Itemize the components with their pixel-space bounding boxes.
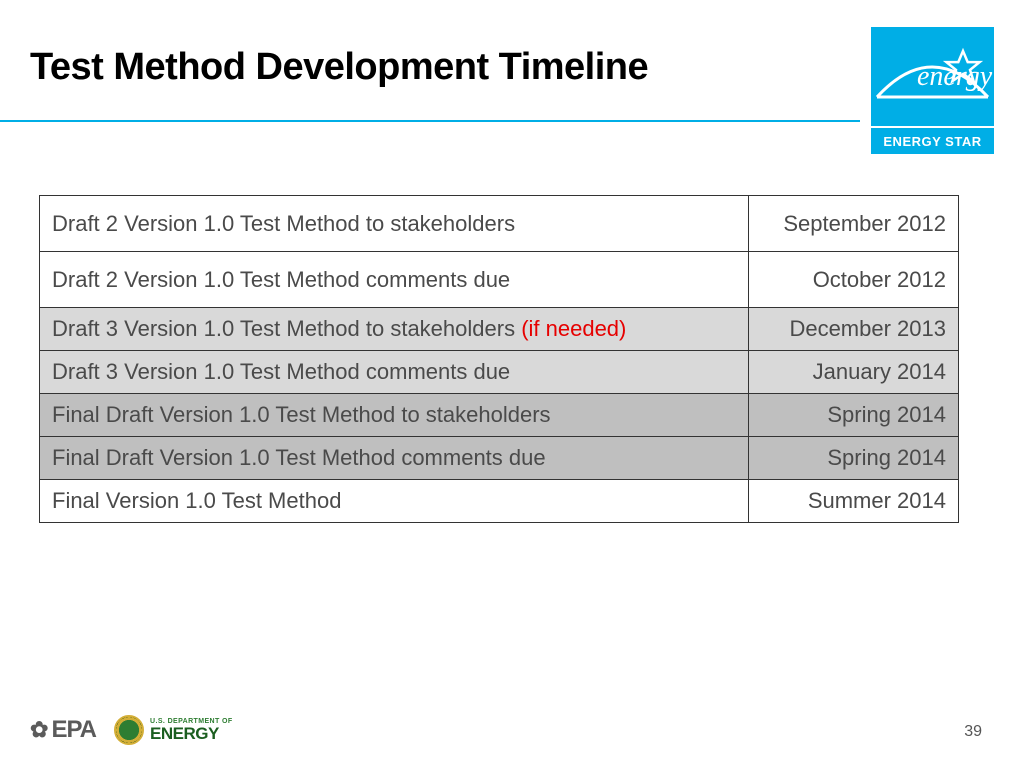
- table-row: Draft 3 Version 1.0 Test Method to stake…: [40, 308, 959, 351]
- table-row: Final Version 1.0 Test MethodSummer 2014: [40, 480, 959, 523]
- energy-star-label: ENERGY STAR: [871, 126, 994, 154]
- milestone-label: Final Draft Version 1.0 Test Method to s…: [40, 394, 749, 437]
- milestone-date: Spring 2014: [749, 394, 959, 437]
- milestone-date: December 2013: [749, 308, 959, 351]
- epa-flower-icon: ✿: [30, 719, 47, 741]
- table-row: Draft 2 Version 1.0 Test Method comments…: [40, 252, 959, 308]
- milestone-date: January 2014: [749, 351, 959, 394]
- doe-main: ENERGY: [150, 725, 233, 742]
- milestone-label: Draft 3 Version 1.0 Test Method comments…: [40, 351, 749, 394]
- title-underline: [0, 120, 860, 122]
- milestone-label: Draft 3 Version 1.0 Test Method to stake…: [40, 308, 749, 351]
- milestone-highlight: (if needed): [521, 316, 626, 341]
- doe-logo: U.S. DEPARTMENT OF ENERGY: [114, 715, 233, 745]
- milestone-date: Spring 2014: [749, 437, 959, 480]
- doe-seal-icon: [114, 715, 144, 745]
- epa-logo: ✿ EPA: [30, 716, 96, 744]
- footer-logos: ✿ EPA U.S. DEPARTMENT OF ENERGY: [30, 715, 233, 745]
- page-number: 39: [964, 723, 982, 741]
- table-row: Draft 3 Version 1.0 Test Method comments…: [40, 351, 959, 394]
- milestone-label: Final Draft Version 1.0 Test Method comm…: [40, 437, 749, 480]
- milestone-label: Final Version 1.0 Test Method: [40, 480, 749, 523]
- milestone-date: Summer 2014: [749, 480, 959, 523]
- milestone-label: Draft 2 Version 1.0 Test Method comments…: [40, 252, 749, 308]
- energy-star-logo: energy ENERGY STAR: [871, 27, 994, 154]
- epa-text: EPA: [51, 716, 96, 744]
- table-row: Final Draft Version 1.0 Test Method comm…: [40, 437, 959, 480]
- page-title: Test Method Development Timeline: [30, 46, 849, 89]
- energy-star-graphic: energy: [871, 27, 994, 126]
- timeline-table: Draft 2 Version 1.0 Test Method to stake…: [39, 195, 959, 523]
- milestone-date: September 2012: [749, 196, 959, 252]
- milestone-date: October 2012: [749, 252, 959, 308]
- milestone-label: Draft 2 Version 1.0 Test Method to stake…: [40, 196, 749, 252]
- table-row: Final Draft Version 1.0 Test Method to s…: [40, 394, 959, 437]
- table-row: Draft 2 Version 1.0 Test Method to stake…: [40, 196, 959, 252]
